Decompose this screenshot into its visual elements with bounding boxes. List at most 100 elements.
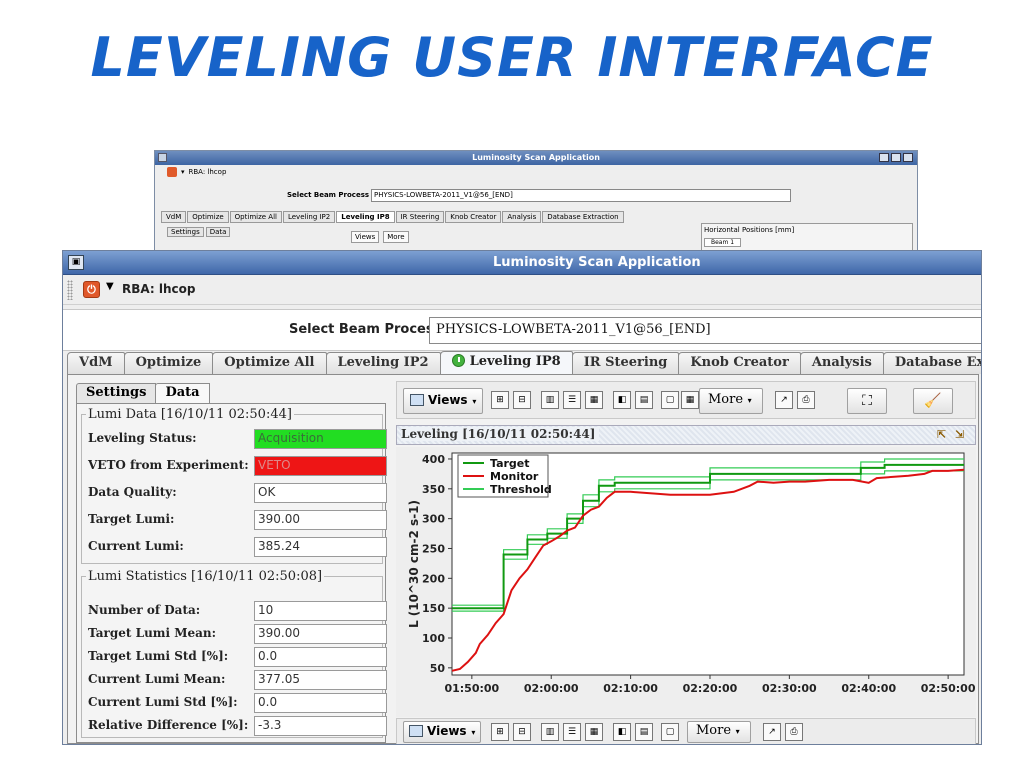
fit-view-icon[interactable]: ⛶: [847, 388, 887, 414]
more-button-2[interactable]: More ▾: [687, 721, 751, 743]
grid-multi-icon[interactable]: ⊟: [513, 391, 531, 409]
bg-more-button[interactable]: More: [383, 231, 409, 243]
titlebar: ▣ Luminosity Scan Application: [63, 251, 981, 275]
field-row: Number of Data: 10: [88, 601, 387, 621]
tab-analysis[interactable]: Analysis: [799, 352, 884, 374]
rows-icon-2[interactable]: ☰: [563, 723, 581, 741]
leveling-chart[interactable]: 50 100 150 200 250 300 350 400 01:50:00 02:00:00 0…: [396, 447, 976, 717]
clear-broom-icon[interactable]: 🧹: [913, 388, 953, 414]
views-dropdown-icon-2: ▾: [468, 728, 476, 737]
rows-icon[interactable]: ☰: [563, 391, 581, 409]
blank-panel-icon-2[interactable]: ▢: [661, 723, 679, 741]
field-value: 390.00: [254, 510, 387, 530]
more-button[interactable]: More ▾: [699, 388, 763, 414]
field-row: Target Lumi Mean: 390.00: [88, 624, 387, 644]
grid-single-icon[interactable]: ⊞: [491, 391, 509, 409]
bg-tab-analysis[interactable]: Analysis: [502, 211, 542, 223]
bg-subtab-settings[interactable]: Settings: [167, 227, 204, 237]
bg-tab-ir-steering[interactable]: IR Steering: [395, 211, 445, 223]
tab-leveling-ip2[interactable]: Leveling IP2: [325, 352, 441, 374]
tiles-icon-2[interactable]: ▦: [585, 723, 603, 741]
legend-icon-2[interactable]: ▤: [635, 723, 653, 741]
bg-subtabs: Settings Data: [167, 227, 231, 237]
field-row: Data Quality: OK: [88, 483, 387, 503]
bg-select-box[interactable]: PHYSICS-LOWBETA-2011_V1@56_[END]: [371, 189, 791, 202]
tab-content: Settings Data Lumi Data [16/10/11 02:50:…: [67, 374, 979, 744]
views-button-2[interactable]: Views ▾: [403, 721, 482, 743]
blank-panel-icon[interactable]: ▢: [661, 391, 679, 409]
bg-tab-knob-creator[interactable]: Knob Creator: [445, 211, 502, 223]
bg-rba-bar: ▾ RBA: lhcop: [155, 165, 917, 179]
bg-tab-optimize[interactable]: Optimize: [187, 211, 229, 223]
x-tick-label: 02:20:00: [683, 682, 738, 695]
field-value: 10: [254, 601, 387, 621]
clock-icon: [451, 354, 465, 367]
chart-header-title: Leveling [16/10/11 02:50:44]: [401, 427, 600, 441]
legend-label: Target: [490, 457, 530, 470]
bg-tab-database-extraction[interactable]: Database Extraction: [542, 211, 624, 223]
legend-icon[interactable]: ▤: [635, 391, 653, 409]
print-icon[interactable]: ⎙: [797, 391, 815, 409]
field-value: 390.00: [254, 624, 387, 644]
export-icon-2[interactable]: ↗: [763, 723, 781, 741]
y-tick-label: 400: [422, 453, 445, 466]
columns-icon[interactable]: ▥: [541, 391, 559, 409]
columns-icon-2[interactable]: ▥: [541, 723, 559, 741]
properties-icon[interactable]: ◧: [613, 391, 631, 409]
field-label: Current Lumi Mean:: [88, 672, 226, 686]
bg-tab-leveling-ip8[interactable]: Leveling IP8: [336, 211, 395, 223]
detach-icon[interactable]: ⇱: [937, 428, 946, 441]
field-row: Target Lumi: 390.00: [88, 510, 387, 530]
bg-views-button[interactable]: Views: [351, 231, 380, 243]
power-icon[interactable]: ⏻: [83, 281, 100, 298]
toolbar-grip-icon[interactable]: [67, 280, 73, 300]
left-panel: Settings Data Lumi Data [16/10/11 02:50:…: [76, 383, 387, 743]
bg-power-icon[interactable]: [167, 167, 177, 177]
print-icon-2[interactable]: ⎙: [785, 723, 803, 741]
app-icon[interactable]: ▣: [68, 255, 84, 270]
beam-process-row: Select Beam Process PHYSICS-LOWBETA-2011…: [63, 309, 981, 351]
table-icon[interactable]: ▦: [681, 391, 699, 409]
field-label: Data Quality:: [88, 485, 177, 499]
tab-database-extraction[interactable]: Database Extraction: [882, 352, 981, 374]
lumi-stats-title: Lumi Statistics [16/10/11 02:50:08]: [86, 569, 325, 584]
beam-process-select[interactable]: PHYSICS-LOWBETA-2011_V1@56_[END]: [429, 317, 981, 344]
field-row: Current Lumi Std [%]: 0.0: [88, 693, 387, 713]
tab-vdm[interactable]: VdM: [67, 352, 125, 374]
field-value: Acquisition: [254, 429, 387, 449]
bg-close-icon[interactable]: [903, 153, 913, 162]
bg-rba-arrow-icon[interactable]: ▾: [181, 165, 185, 179]
grid-single-icon-2[interactable]: ⊞: [491, 723, 509, 741]
bg-subtab-data[interactable]: Data: [205, 227, 231, 237]
field-label: Current Lumi:: [88, 539, 184, 553]
bg-minimize-icon[interactable]: [879, 153, 889, 162]
tab-leveling-ip8[interactable]: Leveling IP8: [439, 351, 573, 374]
export-icon[interactable]: ↗: [775, 391, 793, 409]
views-button[interactable]: Views ▾: [403, 388, 484, 414]
tab-label: Leveling IP8: [469, 354, 561, 369]
tab-optimize-all[interactable]: Optimize All: [212, 352, 327, 374]
field-label: Number of Data:: [88, 603, 201, 617]
bg-tab-leveling-ip2[interactable]: Leveling IP2: [282, 211, 336, 223]
slide-title: LEVELING USER INTERFACE: [90, 26, 934, 89]
field-row: Target Lumi Std [%]: 0.0: [88, 647, 387, 667]
tab-label: Analysis: [811, 355, 872, 370]
maximize-chart-icon[interactable]: ⇲: [955, 428, 964, 441]
tiles-icon[interactable]: ▦: [585, 391, 603, 409]
tab-ir-steering[interactable]: IR Steering: [571, 352, 680, 374]
chart-header: Leveling [16/10/11 02:50:44] ⇱ ⇲: [396, 425, 976, 445]
field-value: 385.24: [254, 537, 387, 557]
rba-dropdown-icon[interactable]: ▼: [106, 281, 114, 292]
tab-label: Optimize All: [224, 355, 315, 370]
tab-optimize[interactable]: Optimize: [123, 352, 214, 374]
tab-knob-creator[interactable]: Knob Creator: [678, 352, 801, 374]
bg-maximize-icon[interactable]: [891, 153, 901, 162]
lumi-stats-group: Lumi Statistics [16/10/11 02:50:08] Numb…: [81, 569, 387, 738]
properties-icon-2[interactable]: ◧: [613, 723, 631, 741]
subtab-settings[interactable]: Settings: [76, 383, 157, 403]
subtab-data[interactable]: Data: [155, 383, 210, 403]
y-axis-label: L (10^30 cm-2 s-1): [407, 500, 421, 628]
grid-multi-icon-2[interactable]: ⊟: [513, 723, 531, 741]
bg-tab-optimize-all[interactable]: Optimize All: [229, 211, 282, 223]
bg-tab-vdm[interactable]: VdM: [161, 211, 187, 223]
